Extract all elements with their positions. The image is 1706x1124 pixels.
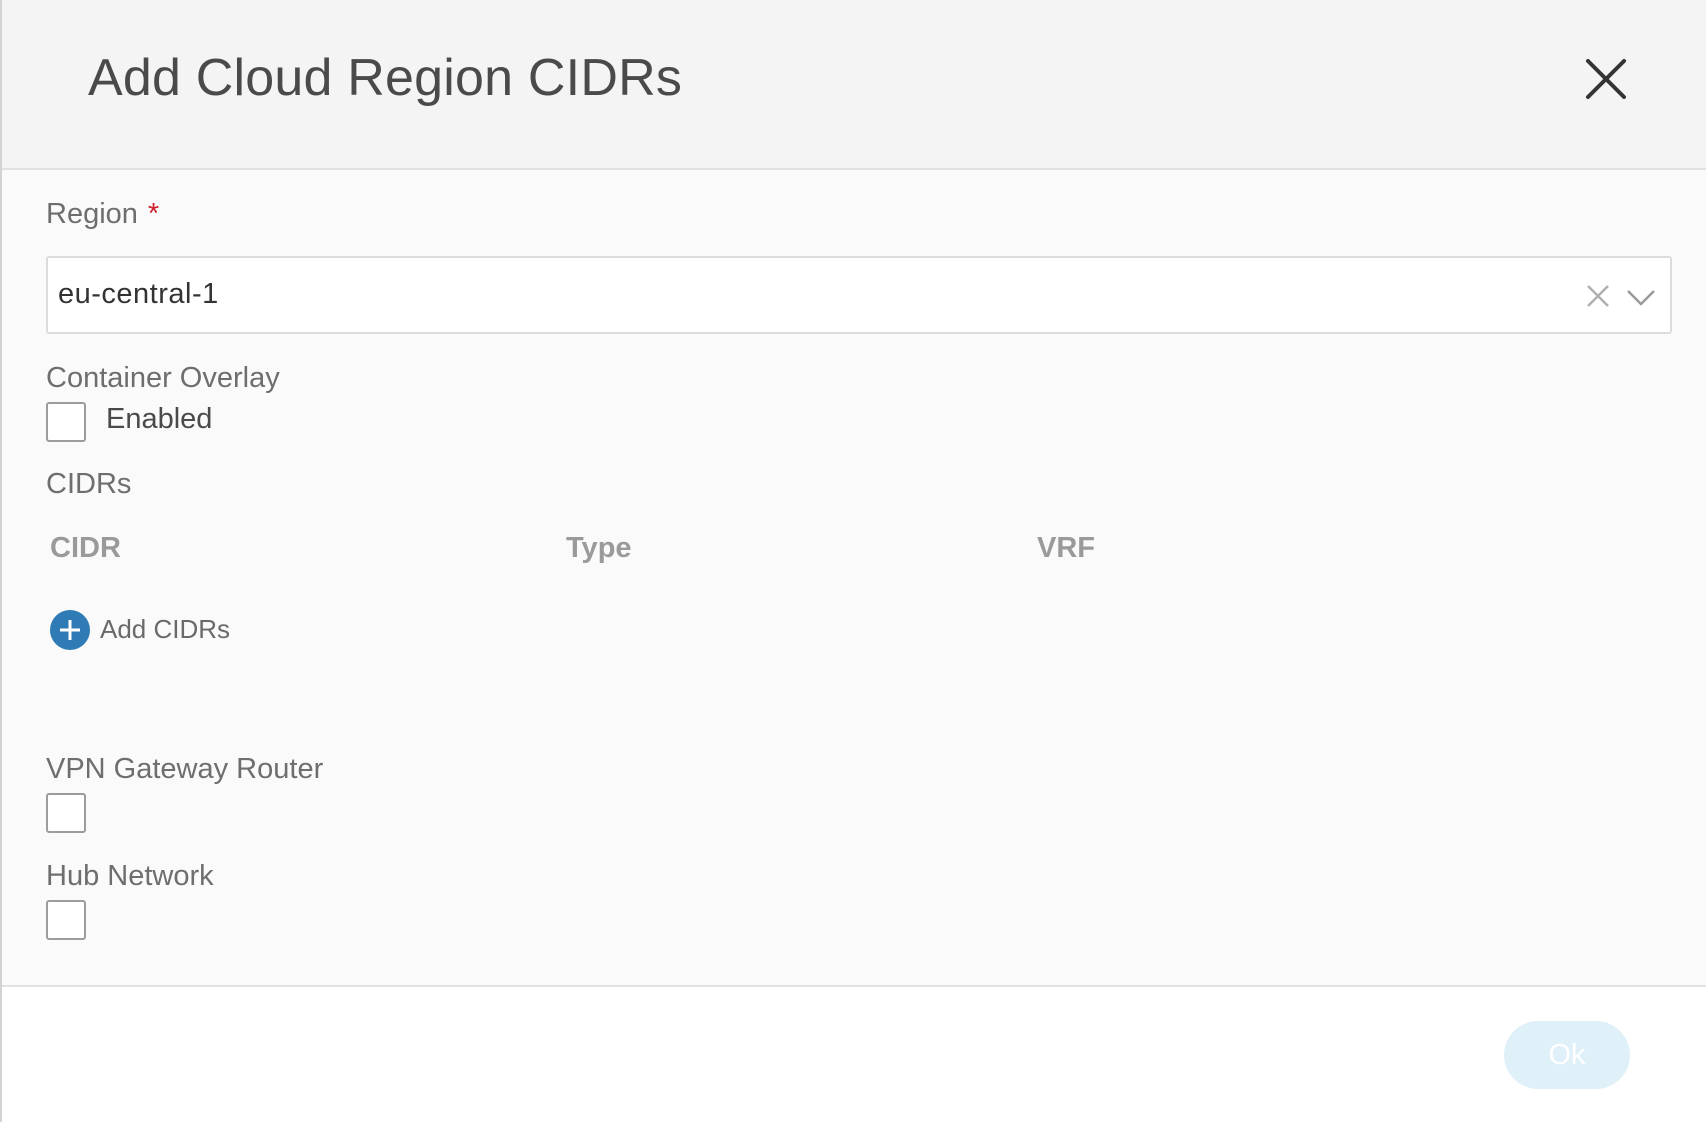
container-overlay-checkbox[interactable] — [46, 402, 86, 442]
type-column-header: Type — [566, 532, 632, 564]
vrf-column-header: VRF — [1037, 532, 1095, 564]
clear-icon — [1587, 285, 1609, 307]
region-label: Region * — [46, 198, 159, 231]
add-cidrs-label: Add CIDRs — [100, 614, 231, 644]
vpn-gateway-router-label: VPN Gateway Router — [46, 753, 324, 785]
region-dropdown-toggle[interactable] — [1624, 282, 1658, 312]
chevron-down-icon — [1627, 290, 1655, 306]
dialog-header: Add Cloud Region CIDRs — [2, 0, 1706, 170]
hub-network-label: Hub Network — [46, 860, 214, 892]
hub-network-checkbox[interactable] — [46, 900, 86, 940]
dialog-footer: Ok — [2, 985, 1706, 1124]
region-select-value: eu-central-1 — [58, 278, 219, 310]
plus-circle-icon — [50, 610, 90, 650]
container-overlay-label: Container Overlay — [46, 362, 280, 394]
required-marker: * — [147, 198, 160, 230]
close-icon — [1586, 59, 1626, 99]
vpn-gateway-router-checkbox[interactable] — [46, 793, 86, 833]
cidrs-label: CIDRs — [46, 468, 132, 500]
region-select[interactable]: eu-central-1 — [46, 256, 1672, 334]
ok-button[interactable]: Ok — [1504, 1021, 1630, 1089]
container-overlay-enabled-label[interactable]: Enabled — [106, 403, 212, 436]
region-clear-button[interactable] — [1582, 280, 1614, 312]
close-button[interactable] — [1582, 55, 1630, 103]
add-cloud-region-cidrs-dialog: Add Cloud Region CIDRs Region * eu-centra… — [0, 0, 1706, 1124]
cidr-column-header: CIDR — [50, 532, 121, 564]
region-label-text: Region — [46, 198, 138, 230]
dialog-title: Add Cloud Region CIDRs — [88, 49, 683, 107]
dialog-body: Region * eu-central-1 Container Overlay E… — [2, 170, 1706, 985]
